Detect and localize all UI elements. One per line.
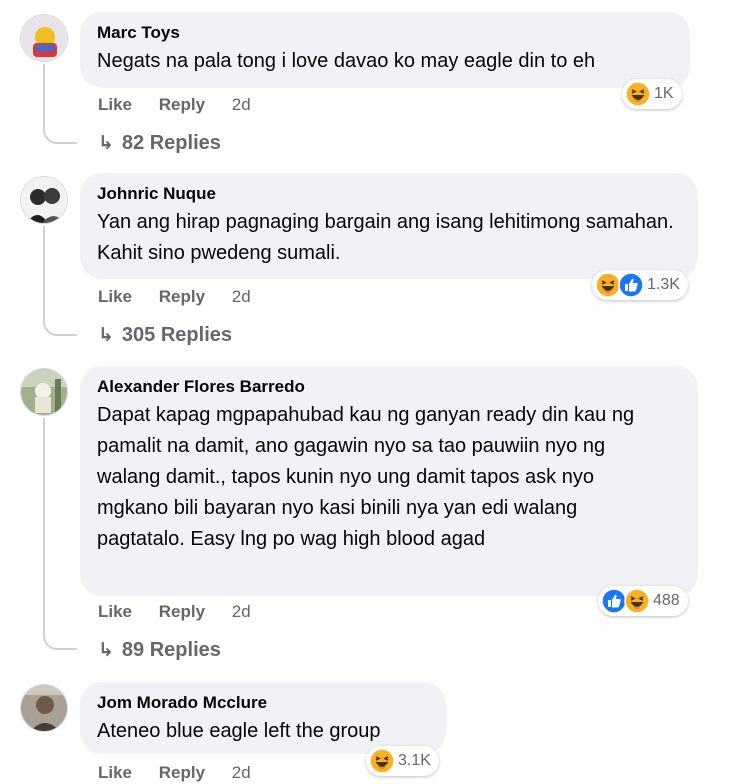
avatar[interactable]: [20, 176, 68, 224]
comment-actions: Like Reply 2d: [98, 602, 273, 622]
reply-arrow-icon: ↳: [98, 325, 114, 346]
reaction-count: 1.3K: [647, 276, 680, 293]
comment-author[interactable]: Marc Toys: [97, 22, 672, 44]
comment-author[interactable]: Jom Morado Mcclure: [97, 692, 428, 714]
comment-text: Negats na pala tong i love davao ko may …: [97, 50, 596, 72]
reply-button[interactable]: Reply: [159, 287, 205, 306]
reaction-summary[interactable]: 1.3K: [592, 270, 688, 300]
reaction-summary[interactable]: 488: [598, 586, 688, 616]
comment-text: Yan ang hirap pagnaging bargain ang isan…: [97, 211, 674, 264]
avatar[interactable]: [20, 368, 68, 416]
like-reaction-icon: [618, 272, 644, 298]
like-button[interactable]: Like: [98, 95, 132, 114]
reaction-count: 488: [653, 592, 680, 609]
reply-arrow-icon: ↳: [98, 133, 114, 154]
reply-button[interactable]: Reply: [159, 763, 205, 782]
comment-author[interactable]: Alexander Flores Barredo: [97, 376, 680, 398]
reaction-count: 3.1K: [398, 752, 431, 769]
like-button[interactable]: Like: [98, 602, 132, 621]
comment-author[interactable]: Johnric Nuque: [97, 183, 680, 205]
comment-actions: Like Reply 2d: [98, 287, 273, 307]
reaction-summary[interactable]: 1K: [622, 79, 682, 109]
reaction-summary[interactable]: 3.1K: [366, 746, 439, 776]
haha-reaction-icon: [369, 748, 395, 774]
comment-actions: Like Reply 2d: [98, 763, 273, 783]
replies-count: 305 Replies: [121, 324, 232, 346]
view-replies-link[interactable]: ↳ 305 Replies: [98, 324, 232, 347]
comment-text: Dapat kapag mgpapahubad kau ng ganyan re…: [97, 404, 635, 550]
view-replies-link[interactable]: ↳ 89 Replies: [98, 639, 221, 662]
timestamp[interactable]: 2d: [232, 287, 251, 306]
haha-reaction-icon: [624, 588, 650, 614]
timestamp[interactable]: 2d: [232, 763, 251, 782]
comment-text: Ateneo blue eagle left the group: [97, 720, 381, 742]
replies-count: 89 Replies: [121, 639, 221, 661]
reply-arrow-icon: ↳: [98, 640, 114, 661]
view-replies-link[interactable]: ↳ 82 Replies: [98, 132, 221, 155]
timestamp[interactable]: 2d: [232, 602, 251, 621]
replies-count: 82 Replies: [121, 132, 221, 154]
comment-actions: Like Reply 2d: [98, 95, 273, 115]
timestamp[interactable]: 2d: [232, 95, 251, 114]
reply-button[interactable]: Reply: [159, 602, 205, 621]
like-button[interactable]: Like: [98, 763, 132, 782]
reply-button[interactable]: Reply: [159, 95, 205, 114]
reaction-count: 1K: [654, 85, 674, 102]
avatar[interactable]: [20, 14, 68, 62]
comment-bubble: Alexander Flores Barredo Dapat kapag mgp…: [80, 366, 698, 596]
comment-bubble: Marc Toys Negats na pala tong i love dav…: [80, 12, 690, 88]
haha-reaction-icon: [625, 81, 651, 107]
comment-bubble: Jom Morado Mcclure Ateneo blue eagle lef…: [80, 682, 446, 754]
comment-bubble: Johnric Nuque Yan ang hirap pagnaging ba…: [80, 173, 698, 279]
like-button[interactable]: Like: [98, 287, 132, 306]
avatar[interactable]: [20, 684, 68, 732]
